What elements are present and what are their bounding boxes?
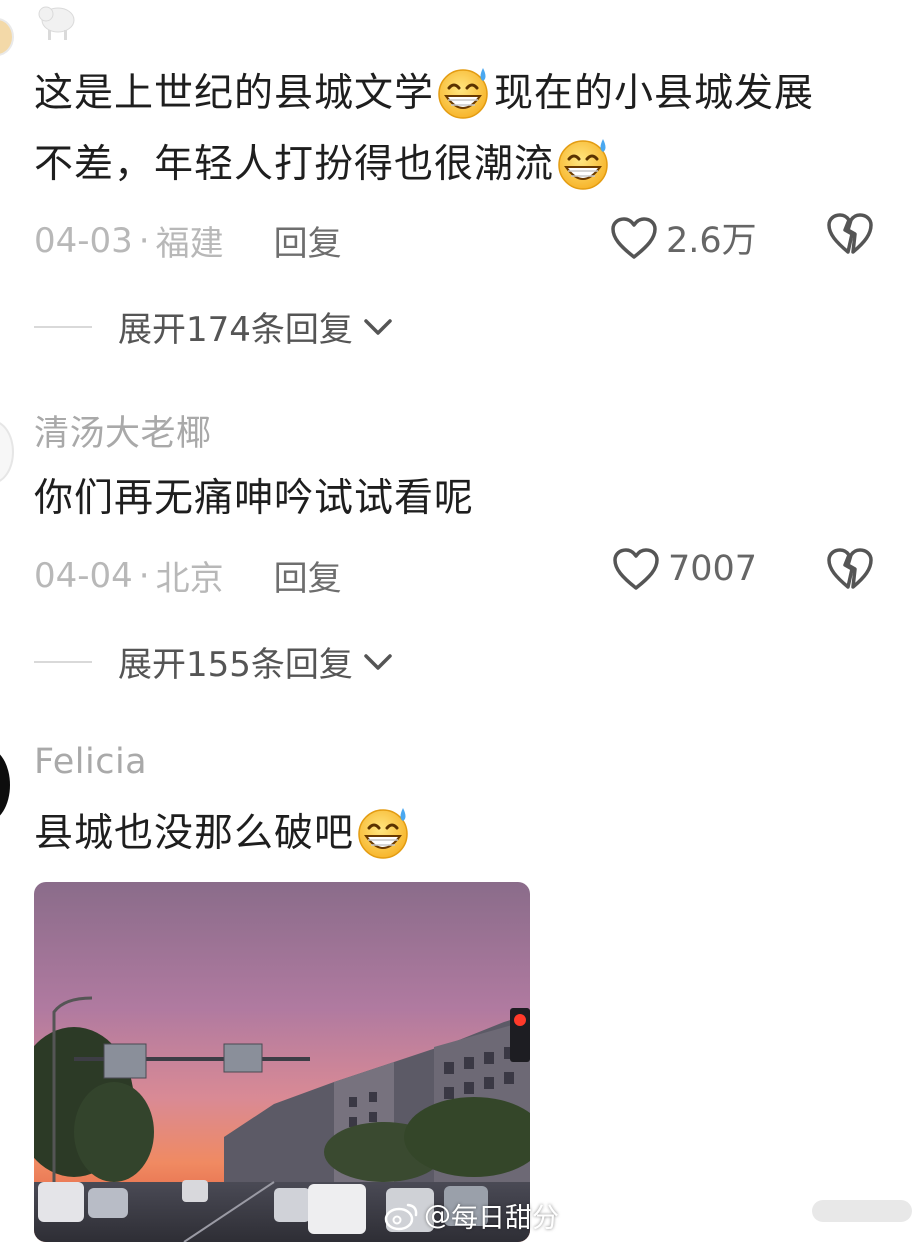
comment-location: 福建: [155, 224, 224, 264]
divider-line: [34, 660, 92, 663]
like-count: 2.6万: [666, 221, 757, 261]
heart-icon: [613, 548, 659, 590]
comment-date: 04-04: [34, 555, 133, 596]
weibo-logo-icon: [384, 1203, 418, 1230]
chevron-down-icon: [364, 653, 392, 670]
like-button[interactable]: 7007: [612, 547, 757, 591]
reply-button[interactable]: 回复: [274, 216, 342, 265]
heart-icon: [611, 216, 657, 259]
expand-replies-button[interactable]: 展开155条回复: [34, 637, 393, 686]
scroll-indicator: [812, 1200, 912, 1222]
watermark-text: 每日甜分: [451, 1203, 559, 1234]
chevron-down-icon: [364, 318, 392, 335]
broken-heart-icon: [827, 213, 873, 254]
sweat-smile-emoji-icon: [556, 135, 612, 191]
comment-text: 这是上世纪的县城文学 现在的小县城发展 不差，年轻人打扮得也很潮流: [34, 58, 814, 200]
avatar[interactable]: [0, 748, 10, 822]
dislike-button[interactable]: [826, 212, 874, 260]
avatar[interactable]: [0, 18, 14, 56]
sunset-street-photo: [34, 882, 530, 1242]
comment-location: 北京: [155, 559, 224, 599]
comment-date: 04-03: [34, 220, 133, 261]
dislike-button[interactable]: [826, 547, 874, 595]
comment-photo[interactable]: [34, 882, 530, 1242]
username[interactable]: Felicia: [34, 742, 147, 782]
avatar[interactable]: [0, 420, 14, 484]
comment-meta: 04-03 · 福建 回复: [34, 216, 342, 265]
sweat-smile-emoji-icon: [436, 64, 492, 120]
like-button[interactable]: 2.6万: [610, 212, 757, 263]
expand-replies-button[interactable]: 展开174条回复: [34, 302, 393, 351]
comment-text: 县城也没那么破吧: [34, 798, 414, 869]
username-icon: [36, 0, 80, 46]
expand-replies-label: 展开174条回复: [118, 310, 353, 350]
meta-separator: ·: [138, 220, 150, 261]
meta-separator: ·: [138, 555, 150, 596]
username[interactable]: 清汤大老椰: [34, 405, 212, 456]
comment-text: 你们再无痛呻吟试试看呢: [34, 476, 475, 521]
expand-replies-label: 展开155条回复: [118, 645, 353, 685]
watermark-prefix: @: [424, 1200, 451, 1231]
broken-heart-icon: [827, 548, 873, 589]
comment-meta: 04-04 · 北京 回复: [34, 551, 342, 600]
reply-button[interactable]: 回复: [274, 551, 342, 600]
like-count: 7007: [668, 549, 758, 589]
sweat-smile-emoji-icon: [356, 804, 412, 860]
divider-line: [34, 325, 92, 328]
watermark: @ 每日甜分: [384, 1196, 559, 1235]
